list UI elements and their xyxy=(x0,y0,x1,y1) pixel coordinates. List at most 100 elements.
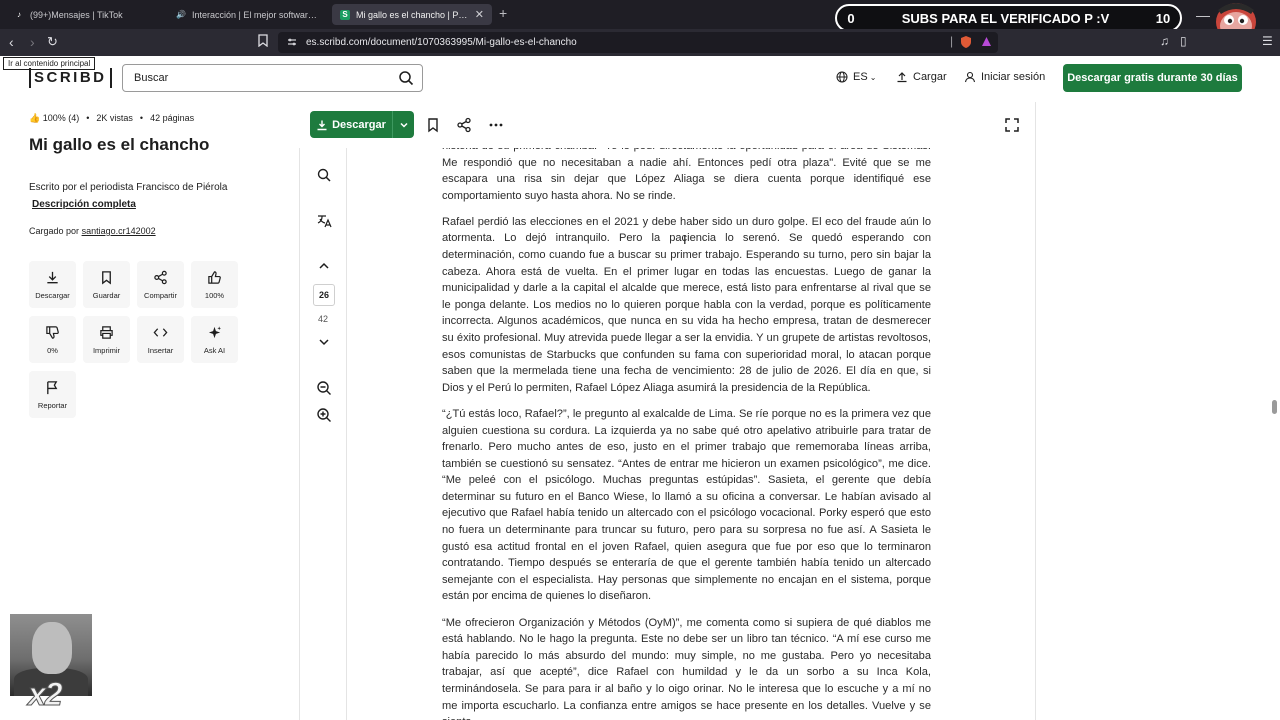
search-input[interactable]: Buscar xyxy=(122,64,423,92)
download-button-main[interactable]: Descargar xyxy=(310,119,392,131)
action-label: Ask AI xyxy=(203,345,226,355)
new-tab-button[interactable]: + xyxy=(499,5,507,21)
uploaded-label: Cargado por xyxy=(29,226,80,236)
next-page-icon[interactable] xyxy=(316,334,332,350)
embed-action-button[interactable]: Insertar xyxy=(137,316,184,363)
action-label: 100% xyxy=(204,290,225,300)
translate-icon[interactable] xyxy=(316,213,332,229)
download-label: Descargar xyxy=(332,118,386,131)
scribd-icon: S xyxy=(340,9,350,20)
ask-ai-action-button[interactable]: Ask AI xyxy=(191,316,238,363)
document-meta: 👍 100% (4) • 2K vistas • 42 páginas xyxy=(29,113,194,124)
like-action-button[interactable]: 100% xyxy=(191,261,238,308)
back-icon[interactable]: ‹ xyxy=(9,34,14,50)
tab-tiktok[interactable]: ♪ (99+)Mensajes | TikTok xyxy=(6,4,164,25)
save-action-button[interactable]: Guardar xyxy=(83,261,130,308)
reload-icon[interactable]: ↻ xyxy=(47,34,58,50)
tab-interaccion[interactable]: 🔊 Interacción | El mejor software pa xyxy=(168,4,326,25)
uploaded-by: Cargado por santiago.cr142002 xyxy=(29,226,156,236)
full-description-link[interactable]: Descripción completa xyxy=(32,199,136,210)
subs-current: 0 xyxy=(847,10,855,26)
previous-page-icon[interactable] xyxy=(316,258,332,274)
report-action-button[interactable]: Reportar xyxy=(29,371,76,418)
action-label: Guardar xyxy=(92,290,121,300)
paragraph: “Me ofrecieron Organización y Métodos (O… xyxy=(442,616,931,720)
forward-icon[interactable]: › xyxy=(30,34,35,50)
media-icon[interactable]: ♫ xyxy=(1160,34,1169,48)
bookmark-icon xyxy=(102,270,111,284)
webcam-person-face xyxy=(32,622,72,674)
action-label: Reportar xyxy=(37,400,68,410)
text-cursor-icon: I xyxy=(683,232,687,247)
action-label: Compartir xyxy=(144,290,177,300)
tab-title: Mi gallo es el chancho | PDF | Al xyxy=(356,9,469,20)
share-action-button[interactable]: Compartir xyxy=(137,261,184,308)
download-action-button[interactable]: Descargar xyxy=(29,261,76,308)
tab-scribd[interactable]: S Mi gallo es el chancho | PDF | Al ✕ xyxy=(332,4,492,25)
upload-button[interactable]: Cargar xyxy=(896,71,947,83)
page-scrollbar[interactable] xyxy=(1272,400,1277,414)
multiplier-label: x2 xyxy=(28,676,64,713)
print-icon xyxy=(100,325,113,339)
document-description: Escrito por el periodista Francisco de P… xyxy=(29,182,228,193)
search-in-document-icon[interactable] xyxy=(316,167,332,183)
search-placeholder: Buscar xyxy=(134,72,169,84)
tab-title: (99+)Mensajes | TikTok xyxy=(30,9,123,20)
zoom-out-icon[interactable] xyxy=(316,380,332,396)
reader-side-toolbar: 26 42 xyxy=(299,148,347,720)
share-icon[interactable] xyxy=(456,117,472,133)
close-tab-icon[interactable]: ✕ xyxy=(469,8,484,21)
chevron-down-icon xyxy=(399,122,408,128)
brave-shield-icon[interactable] xyxy=(960,35,972,48)
bookmark-page-icon[interactable] xyxy=(258,34,268,47)
subs-goal-text: SUBS PARA EL VERIFICADO P :V xyxy=(901,10,1110,26)
free-trial-button[interactable]: Descargar gratis durante 30 días xyxy=(1063,64,1242,92)
address-bar[interactable]: es.scribd.com/document/1070363995/Mi-gal… xyxy=(278,32,998,53)
pages-count: 42 páginas xyxy=(150,113,195,123)
screen: ♪ (99+)Mensajes | TikTok 🔊 Interacción |… xyxy=(0,0,1280,720)
language-label: ES xyxy=(853,71,868,83)
action-label: Imprimir xyxy=(92,345,121,355)
action-label: Insertar xyxy=(147,345,174,355)
bookmark-icon[interactable] xyxy=(425,117,441,133)
browser-toolbar: ‹ › ↻ es.scribd.com/document/1070363995/… xyxy=(0,29,1280,56)
sound-icon: 🔊 xyxy=(176,10,186,19)
more-options-icon[interactable] xyxy=(488,117,504,133)
user-icon xyxy=(964,71,976,83)
document-page-text: historia de su primera chamba: "Yo le pe… xyxy=(442,138,931,720)
sidebar-icon[interactable]: ▯ xyxy=(1180,34,1187,48)
flag-icon xyxy=(47,380,58,394)
download-options-button[interactable] xyxy=(392,111,414,138)
sparkle-icon xyxy=(208,325,222,338)
fullscreen-icon[interactable] xyxy=(1004,117,1020,133)
scribd-logo[interactable]: SCRIBD xyxy=(29,68,112,88)
print-action-button[interactable]: Imprimir xyxy=(83,316,130,363)
tiktok-icon: ♪ xyxy=(17,10,21,19)
download-button[interactable]: Descargar xyxy=(310,111,414,138)
language-selector[interactable]: ES ⌄ xyxy=(836,71,876,83)
zoom-in-icon[interactable] xyxy=(316,407,332,423)
menu-icon[interactable]: ☰ xyxy=(1262,34,1273,48)
download-icon xyxy=(47,271,58,283)
rewards-icon[interactable] xyxy=(981,36,992,47)
action-label: Descargar xyxy=(35,290,70,300)
total-pages: 42 xyxy=(317,314,328,324)
current-page-input[interactable]: 26 xyxy=(313,284,335,306)
minimize-icon[interactable]: — xyxy=(1196,7,1210,23)
search-icon[interactable] xyxy=(398,70,414,86)
site-info-icon[interactable] xyxy=(286,36,298,48)
views-count: 2K vistas xyxy=(96,113,133,123)
thumbs-down-icon xyxy=(46,325,59,339)
login-button[interactable]: Iniciar sesión xyxy=(964,71,1045,83)
url-text: es.scribd.com/document/1070363995/Mi-gal… xyxy=(306,37,577,48)
login-label: Iniciar sesión xyxy=(981,71,1046,83)
dislike-action-button[interactable]: 0% xyxy=(29,316,76,363)
share-icon xyxy=(154,270,167,284)
divider-icon: | xyxy=(950,34,954,48)
reader-right-divider xyxy=(1035,102,1036,720)
meta-dot: • xyxy=(86,113,90,123)
uploader-link[interactable]: santiago.cr142002 xyxy=(82,226,156,236)
rating: 👍 100% (4) xyxy=(29,113,80,123)
embed-icon xyxy=(153,327,168,337)
globe-icon xyxy=(836,71,848,83)
